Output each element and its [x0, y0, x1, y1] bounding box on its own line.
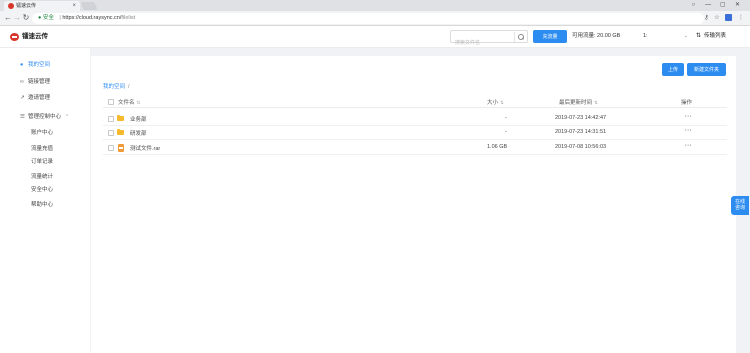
sidebar-item-invite-management[interactable]: ↗ 邀请管理 [20, 94, 50, 102]
upload-button[interactable]: 上传 [662, 63, 684, 76]
more-actions-icon[interactable]: ··· [685, 114, 692, 120]
search-icon[interactable] [514, 32, 525, 42]
file-name[interactable]: 测试文件.rar [130, 144, 160, 152]
secure-label: 安全 [42, 15, 54, 21]
available-traffic: 可用流量: 20.00 GB [572, 33, 621, 39]
browser-tab-bar: 镭速云传 × ○ — ▢ ✕ [0, 0, 750, 11]
address-path: filelist [121, 15, 136, 21]
sidebar-sub-order-records[interactable]: 订单记录 [31, 158, 53, 166]
chevron-up-icon: ⌃ [65, 114, 70, 120]
table-row[interactable]: 测试文件.rar 1.06 GB 2019-07-08 10:56:03 ··· [103, 141, 727, 155]
reload-icon[interactable]: ↻ [21, 13, 31, 23]
transfer-list-label: 传输列表 [704, 33, 727, 39]
file-size: - [505, 129, 507, 135]
sidebar-item-my-space[interactable]: ● 我的空间 [20, 61, 50, 69]
search-input[interactable] [451, 37, 511, 49]
column-name[interactable]: 文件名 ⇅ [118, 98, 140, 106]
file-size: - [505, 115, 507, 121]
breadcrumb-root[interactable]: 我的空间 [103, 84, 125, 90]
row-checkbox[interactable] [108, 130, 114, 136]
file-name[interactable]: 研发部 [130, 129, 147, 137]
transfer-icon: ⇅ [696, 33, 702, 39]
table-header: 文件名 ⇅ 大小 ⇅ 最后更新时间 ⇅ 操作 [103, 96, 727, 108]
menu-icon: ☰ [20, 114, 25, 120]
user-select[interactable]: 1: ⌄ [643, 31, 688, 42]
column-size-label: 大小 [487, 100, 499, 106]
breadcrumb: 我的空间 / [103, 82, 130, 90]
sidebar-sub-traffic-recharge[interactable]: 流量充值 [31, 145, 53, 153]
column-size[interactable]: 大小 ⇅ [487, 98, 504, 106]
table-row[interactable]: 研发部 - 2019-07-23 14:31:51 ··· [103, 126, 727, 140]
select-all-checkbox[interactable] [108, 99, 114, 105]
file-modified: 2019-07-23 14:42:47 [555, 115, 607, 121]
sidebar-item-label: 邀请管理 [28, 95, 51, 101]
browser-tab[interactable]: 镭速云传 × [4, 1, 80, 11]
tab-close-icon[interactable]: × [72, 1, 76, 11]
sidebar-item-admin-center[interactable]: ☰ 管理控制中心 ⌃ [20, 113, 69, 121]
tab-title: 镭速云传 [16, 3, 37, 9]
chevron-down-icon: ⌄ [683, 33, 688, 39]
close-window-icon[interactable]: ✕ [731, 0, 744, 11]
maximize-icon[interactable]: ▢ [716, 0, 729, 11]
key-icon[interactable]: ⚷ [704, 13, 708, 24]
column-actions: 操作 [681, 100, 693, 106]
table-row[interactable]: 业务部 - 2019-07-23 14:42:47 ··· [103, 112, 727, 126]
user-icon: ● [20, 62, 24, 68]
sidebar-sub-traffic-stats[interactable]: 流量统计 [31, 173, 53, 181]
row-checkbox[interactable] [108, 145, 114, 151]
file-name[interactable]: 业务部 [130, 115, 147, 123]
new-folder-button[interactable]: 新建文件夹 [687, 63, 726, 76]
toolbar-icons: ⚷ ☆ ⋮ [700, 13, 744, 24]
online-consult-button[interactable]: 在线 咨询 [731, 196, 749, 215]
recharge-button[interactable]: 充流量 [533, 30, 567, 43]
folder-icon [117, 115, 124, 121]
share-icon: ↗ [20, 95, 25, 101]
app-header: 镭速云传 充流量 可用流量: 20.00 GB 1: ⌄ ⇅传输列表 [0, 26, 750, 49]
user-select-value: 1: [643, 33, 648, 39]
column-name-label: 文件名 [118, 100, 135, 106]
column-modified[interactable]: 最后更新时间 ⇅ [559, 98, 598, 106]
menu-dots-icon[interactable]: ⋮ [738, 13, 744, 24]
sidebar-item-link-management[interactable]: ∞ 链接管理 [20, 78, 50, 86]
profile-icon[interactable]: ○ [687, 0, 700, 11]
extension-icon[interactable] [725, 13, 733, 21]
sidebar-sub-security-center[interactable]: 安全中心 [31, 186, 53, 194]
more-actions-icon[interactable]: ··· [685, 143, 692, 149]
lock-icon: ● [38, 15, 42, 21]
sort-icon: ⇅ [594, 100, 598, 105]
address-url: https://cloud.raysync.cn/ [62, 15, 122, 21]
sidebar-item-label: 我的空间 [28, 62, 51, 68]
favicon-icon [8, 3, 14, 9]
archive-file-icon [118, 144, 124, 152]
address-bar[interactable]: ● 安全 | https://cloud.raysync.cn/filelist [32, 13, 704, 24]
search-box [450, 30, 528, 49]
sort-icon: ⇅ [500, 100, 504, 105]
link-icon: ∞ [20, 79, 24, 85]
logo-icon [10, 33, 19, 41]
file-modified: 2019-07-23 14:31:51 [555, 129, 607, 135]
logo[interactable]: 镭速云传 [10, 32, 48, 42]
file-modified: 2019-07-08 10:56:03 [555, 144, 607, 150]
bookmark-star-icon[interactable]: ☆ [714, 13, 719, 24]
window-controls: ○ — ▢ ✕ [687, 0, 744, 11]
transfer-list-button[interactable]: ⇅ 传输列表 [696, 31, 726, 42]
new-tab-button[interactable] [80, 2, 98, 10]
browser-toolbar: ← → ↻ ● 安全 | https://cloud.raysync.cn/fi… [0, 11, 750, 26]
sidebar-sub-help-center[interactable]: 帮助中心 [31, 201, 53, 209]
breadcrumb-separator: / [128, 84, 130, 90]
minimize-icon[interactable]: — [702, 0, 715, 11]
sort-icon: ⇅ [136, 100, 141, 105]
sidebar-item-label: 管理控制中心 [28, 114, 62, 120]
more-actions-icon[interactable]: ··· [685, 128, 692, 134]
logo-text: 镭速云传 [22, 33, 48, 40]
online-consult-line2: 咨询 [734, 205, 745, 211]
file-size: 1.06 GB [487, 144, 508, 150]
folder-icon [117, 129, 124, 135]
sidebar-item-label: 链接管理 [28, 79, 51, 85]
sidebar-sub-account-center[interactable]: 账户中心 [31, 129, 53, 137]
column-modified-label: 最后更新时间 [559, 100, 593, 106]
row-checkbox[interactable] [108, 116, 114, 122]
